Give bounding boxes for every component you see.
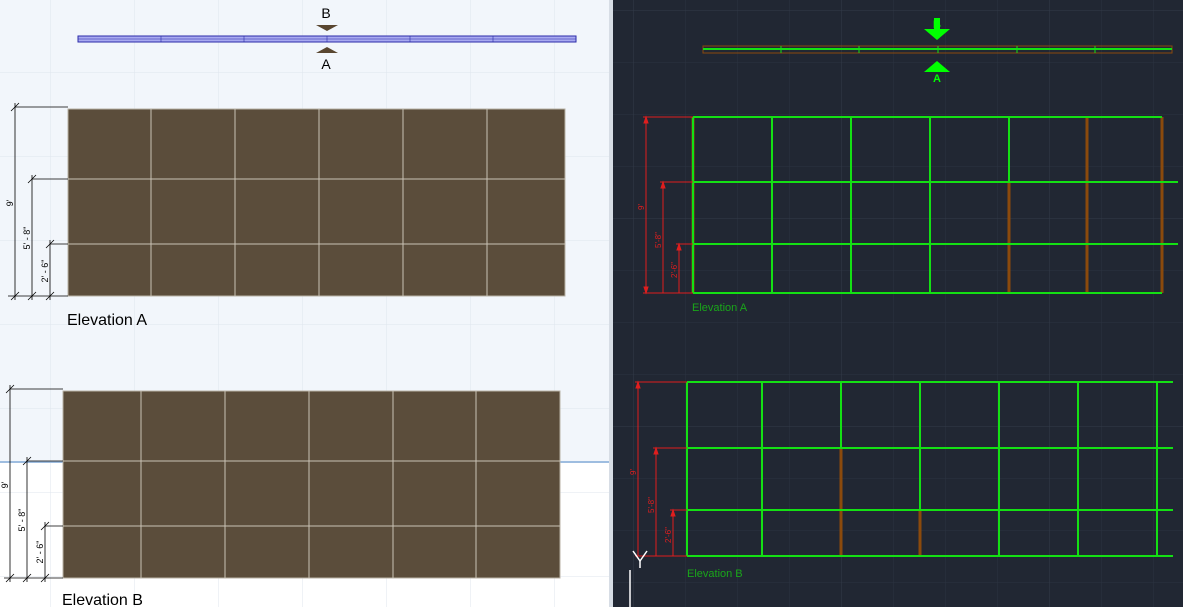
elevation-b[interactable]: 9' 5' - 8" 2' - 6" Elevation B [0,384,561,607]
cad-view-pane[interactable]: B A 9' 5'-8" 2'-6" Elevation A 9' 5'-8" … [613,0,1183,607]
cad-elevation-b-dim-total: 9' [629,469,638,475]
svg-text:B: B [321,5,330,21]
cad-view-canvas[interactable]: B A 9' 5'-8" 2'-6" Elevation A 9' 5'-8" … [613,0,1183,607]
elevation-a-panel[interactable] [67,108,566,297]
elevation-a-dim-mid: 5' - 8" [22,227,32,250]
elevation-a-dim-total: 9' [5,199,15,206]
cad-elevation-a-title: Elevation A [692,302,748,314]
elevation-view-pane[interactable]: B A 9' 5' - 8" 2' - 6" Elevation A 9' 5'… [0,0,609,607]
wall-plan[interactable] [77,35,577,43]
cad-elevation-a-dim-mid: 5'-8" [654,232,663,248]
svg-text:A: A [933,73,941,85]
svg-text:A: A [321,56,331,72]
cad-elevation-b-dim-mid: 5'-8" [647,497,656,513]
cad-elevation-a-dim-low: 2'-6" [670,262,679,278]
svg-text:B: B [933,19,941,31]
cad-elevation-a-dim-total: 9' [637,204,646,210]
elevation-b-title: Elevation B [62,592,143,607]
elevation-a[interactable]: 9' 5' - 8" 2' - 6" Elevation A [5,102,566,329]
elevation-a-dim-low: 2' - 6" [40,260,50,283]
elevation-view-canvas[interactable]: B A 9' 5' - 8" 2' - 6" Elevation A 9' 5'… [0,0,609,607]
elevation-b-panel[interactable] [62,390,561,579]
cad-elevation-b-dim-low: 2'-6" [664,527,673,543]
elevation-b-dim-mid: 5' - 8" [17,509,27,532]
cad-elevation-b-title: Elevation B [687,568,743,580]
elevation-b-dim-total: 9' [0,481,10,488]
elevation-b-dim-low: 2' - 6" [35,541,45,564]
elevation-a-title: Elevation A [67,312,147,329]
